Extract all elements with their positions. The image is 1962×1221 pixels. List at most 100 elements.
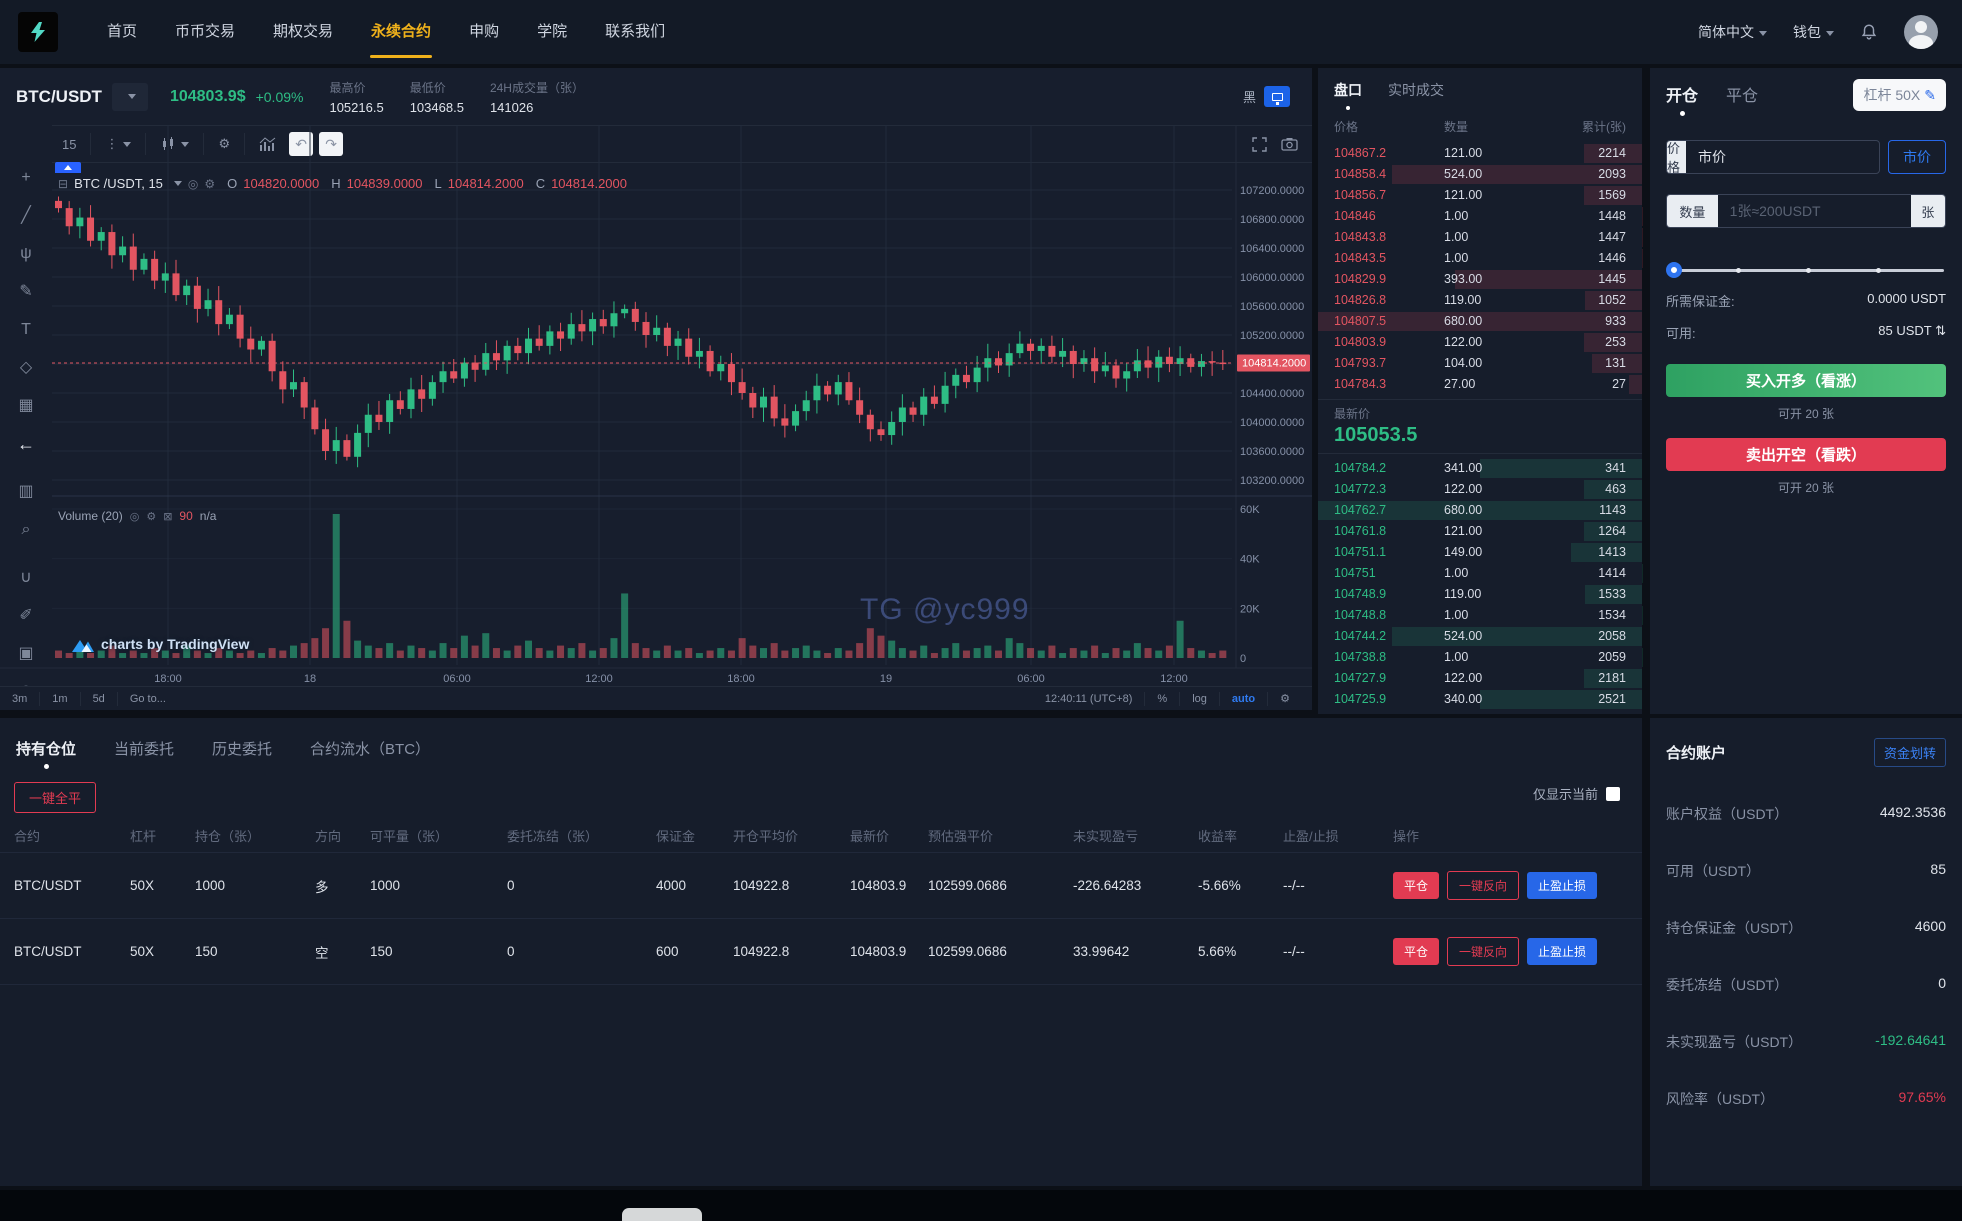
orderbook-bid-row[interactable]: 104748.8 1.00 1534 [1318,605,1642,626]
nav-items: 首页 币币交易 期权交易 永续合约 申购 学院 联系我们 [88,0,684,64]
market-price-button[interactable]: 市价 [1888,140,1946,174]
orderbook-ask-row[interactable]: 104858.4 524.00 2093 [1318,164,1642,185]
positions-tab-3[interactable]: 合约流水（BTC） [310,738,430,773]
orderbook-ask-row[interactable]: 104803.9 122.00 253 [1318,332,1642,353]
reverse-position-button[interactable]: 一键反向 [1447,937,1520,966]
column-header: 开仓平均价 [733,829,799,844]
goto-date[interactable]: Go to... [118,693,178,705]
gear-icon[interactable]: ⚙ [146,510,156,523]
tab-orderbook[interactable]: 盘口 [1334,80,1362,110]
wallet-menu[interactable]: 钱包 [1793,22,1834,42]
orderbook-bid-row[interactable]: 104738.8 1.00 2059 [1318,647,1642,668]
nav-item-0[interactable]: 首页 [88,0,156,64]
orderbook-bid-row[interactable]: 104772.3 122.00 463 [1318,479,1642,500]
eye-icon[interactable]: ◎ [188,177,198,191]
range-1m[interactable]: 1m [40,693,79,705]
tab-open-position[interactable]: 开仓 [1666,82,1698,118]
sell-short-button[interactable]: 卖出开空（看跌） [1666,438,1946,471]
orderbook-bid-row[interactable]: 104762.7 680.00 1143 [1318,500,1642,521]
symbol-dropdown[interactable] [111,82,148,111]
close-icon[interactable]: ⊠ [163,510,172,523]
legend-title[interactable]: BTC /USDT, 15 [74,176,163,191]
gear-icon[interactable]: ⚙ [204,177,215,191]
positions-tab-2[interactable]: 历史委托 [212,738,272,773]
positions-tab-1[interactable]: 当前委托 [114,738,174,773]
buy-long-button[interactable]: 买入开多（看涨） [1666,364,1946,397]
orderbook-ask-row[interactable]: 104807.5 680.00 933 [1318,311,1642,332]
tradingview-attribution[interactable]: charts by TradingView [72,636,249,652]
only-current-toggle[interactable]: 仅显示当前 [1533,784,1620,803]
legend-box-icon[interactable]: ⊟ [58,177,68,191]
theme-label[interactable]: 黑 [1243,87,1256,106]
orderbook-bid-row[interactable]: 104725.9 340.00 2521 [1318,689,1642,710]
nav-item-2[interactable]: 期权交易 [254,0,352,64]
cell: 5.66% [1198,944,1237,959]
qty-input[interactable] [1717,195,1911,227]
svg-text:103600.0000: 103600.0000 [1240,446,1304,458]
positions-tab-0[interactable]: 持有仓位 [16,738,76,773]
tab-close-position[interactable]: 平仓 [1726,82,1758,118]
orderbook-ask-row[interactable]: 104793.7 104.00 131 [1318,353,1642,374]
checkbox-icon[interactable] [1606,786,1620,801]
tpsl-button[interactable]: 止盈止损 [1527,938,1598,965]
close-all-button[interactable]: 一键全平 [14,782,97,813]
orderbook-ask-row[interactable]: 104843.8 1.00 1447 [1318,227,1642,248]
orderbook-bid-row[interactable]: 104761.8 121.00 1264 [1318,521,1642,542]
orderbook-bid-row[interactable]: 104748.9 119.00 1533 [1318,584,1642,605]
column-header: 最新价 [850,829,890,844]
percent-scale-button[interactable]: % [1145,693,1179,705]
cell: 多 [315,879,329,895]
brand-logo[interactable] [18,12,58,52]
nav-item-6[interactable]: 联系我们 [586,0,684,64]
price-input[interactable] [1686,141,1879,173]
chart-plot[interactable]: 104814.2000 107200.0000 106800.0000 106400.… [0,125,1312,710]
reverse-position-button[interactable]: 一键反向 [1447,871,1520,900]
log-scale-button[interactable]: log [1180,693,1219,705]
language-selector[interactable]: 简体中文 [1698,22,1767,42]
svg-text:20K: 20K [1240,603,1260,615]
notification-bell-icon[interactable] [1860,23,1878,41]
range-3m[interactable]: 3m [0,693,39,705]
close-position-button[interactable]: 平仓 [1393,938,1440,965]
tpsl-button[interactable]: 止盈止损 [1527,872,1598,899]
nav-item-5[interactable]: 学院 [518,0,586,64]
cell: 50X [130,944,155,959]
orderbook-ask-row[interactable]: 104784.3 27.00 27 [1318,374,1642,395]
amount-slider[interactable] [1666,262,1946,278]
display-toggle-icon[interactable] [1264,86,1290,107]
orderbook-bid-row[interactable]: 104784.2 341.00 341 [1318,458,1642,479]
orderbook-ask-row[interactable]: 104829.9 393.00 1445 [1318,269,1642,290]
leverage-button[interactable]: 杠杆 50X ✎ [1853,79,1946,111]
tab-trades[interactable]: 实时成交 [1388,80,1444,110]
orderbook-ask-row[interactable]: 104826.8 119.00 1052 [1318,290,1642,311]
nav-item-3[interactable]: 永续合约 [352,0,450,64]
cell: BTC/USDT [14,878,82,893]
nav-item-1[interactable]: 币币交易 [156,0,254,64]
column-header: 可平量（张） [370,829,449,844]
orderbook-bid-row[interactable]: 104751 1.00 1414 [1318,563,1642,584]
user-avatar[interactable] [1904,15,1938,49]
legend-collapse-tab[interactable] [55,162,81,173]
orderbook-bid-row[interactable]: 104727.9 122.00 2181 [1318,668,1642,689]
orderbook-bid-row[interactable]: 104751.1 149.00 1413 [1318,542,1642,563]
auto-scale-button[interactable]: auto [1220,693,1267,705]
gear-icon[interactable]: ⚙ [1268,692,1302,705]
orderbook-ask-row[interactable]: 104843.5 1.00 1446 [1318,248,1642,269]
chevron-down-icon [1826,30,1834,36]
cell: 1000 [195,878,226,893]
eye-icon[interactable]: ◎ [130,510,140,523]
slider-handle[interactable] [1666,262,1682,278]
orderbook-ask-row[interactable]: 104867.2 121.00 2214 [1318,143,1642,164]
range-5d[interactable]: 5d [81,693,117,705]
orderbook-bid-row[interactable]: 104744.2 524.00 2058 [1318,626,1642,647]
cell: -5.66% [1198,878,1241,893]
close-position-button[interactable]: 平仓 [1393,872,1440,899]
nav-item-4[interactable]: 申购 [450,0,518,64]
svg-text:18:00: 18:00 [154,673,182,685]
orderbook-ask-row[interactable]: 104846 1.00 1448 [1318,206,1642,227]
edit-pencil-icon: ✎ [1924,87,1936,103]
transfer-button[interactable]: 资金划转 [1873,738,1946,767]
column-header: 合约 [14,829,41,844]
orderbook-ask-row[interactable]: 104856.7 121.00 1569 [1318,185,1642,206]
svg-text:06:00: 06:00 [443,673,471,685]
